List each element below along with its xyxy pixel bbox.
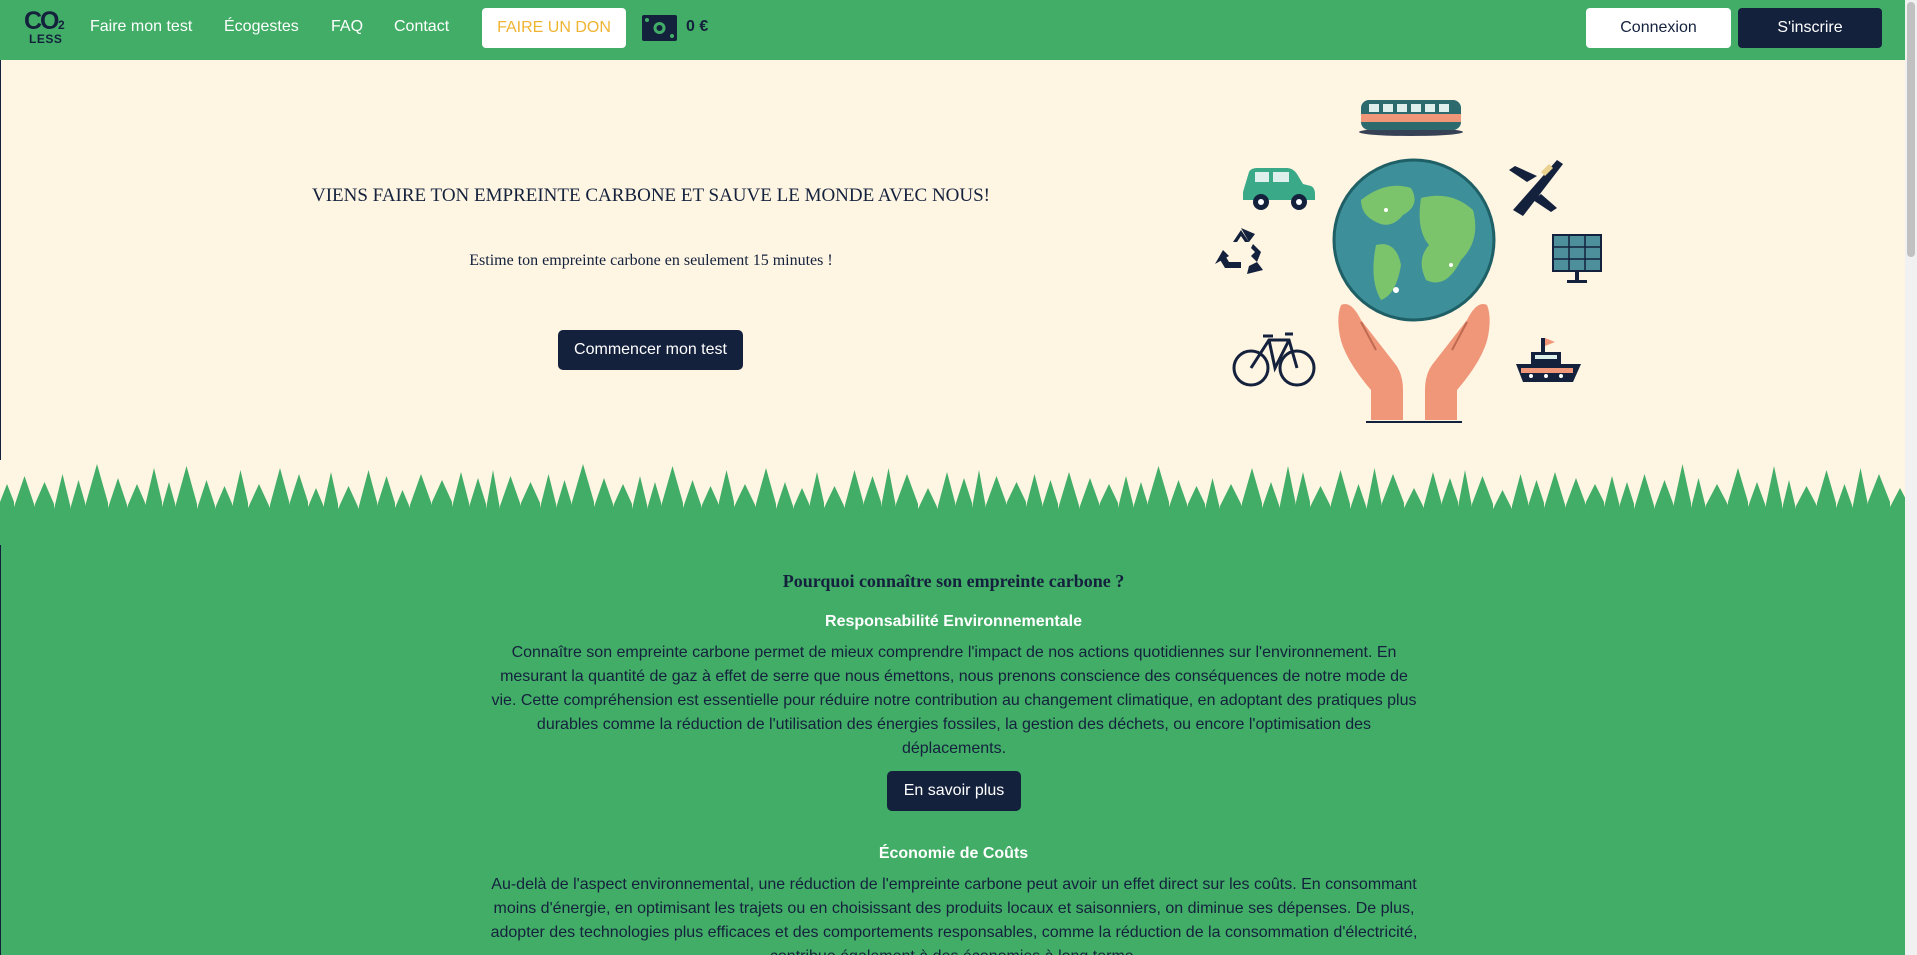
hero-subtitle: Estime ton empreinte carbone en seulemen… (469, 252, 833, 269)
section-title-economie: Économie de Coûts (878, 845, 1029, 862)
money-amount: 0 € (686, 18, 709, 35)
why-title: Pourquoi connaître son empreinte carbone… (782, 571, 1125, 591)
navbar: CO 2 LESS Faire mon test Écogestes FAQ C… (0, 0, 1905, 60)
hero-section: VIENS FAIRE TON EMPREINTE CARBONE ET SAU… (0, 60, 1905, 480)
recycle-icon (1215, 228, 1263, 274)
logo-co: CO (24, 7, 59, 35)
nav-link-faq[interactable]: FAQ (331, 18, 363, 36)
nav-link-contact[interactable]: Contact (394, 18, 449, 36)
train-icon (1359, 100, 1463, 136)
nav-link-ecogestes[interactable]: Écogestes (224, 18, 299, 36)
car-icon (1243, 168, 1315, 210)
eco-illustration (1215, 100, 1602, 423)
co2less-logo[interactable]: CO 2 LESS (24, 9, 72, 47)
donate-button[interactable]: FAIRE UN DON (482, 8, 626, 48)
why-section: Pourquoi connaître son empreinte carbone… (0, 545, 1905, 955)
logo-less: LESS (29, 32, 63, 46)
earth-icon (1332, 158, 1496, 322)
hero-title: VIENS FAIRE TON EMPREINTE CARBONE ET SAU… (311, 185, 991, 206)
forest-divider (0, 460, 1905, 545)
start-test-button[interactable]: Commencer mon test (558, 330, 743, 370)
signup-button[interactable]: S'inscrire (1738, 8, 1882, 48)
section-title-responsabilite: Responsabilité Environnementale (825, 613, 1082, 630)
section-text-responsabilite: Connaître son empreinte carbone permet d… (491, 644, 1417, 757)
hands-icon (1338, 304, 1490, 423)
scrollbar-thumb[interactable] (1907, 2, 1915, 257)
boat-icon (1516, 338, 1581, 382)
scrollbar[interactable] (1905, 0, 1917, 955)
banknote-icon (642, 15, 677, 41)
nav-link-faire-mon-test[interactable]: Faire mon test (90, 18, 192, 36)
learn-more-button[interactable]: En savoir plus (887, 771, 1021, 811)
plane-icon (1509, 160, 1563, 216)
logo-two: 2 (58, 18, 65, 32)
solar-panel-icon (1552, 234, 1602, 283)
login-button[interactable]: Connexion (1586, 8, 1731, 48)
bicycle-icon (1232, 332, 1316, 387)
section-text-economie: Au-delà de l'aspect environnemental, une… (490, 876, 1418, 955)
